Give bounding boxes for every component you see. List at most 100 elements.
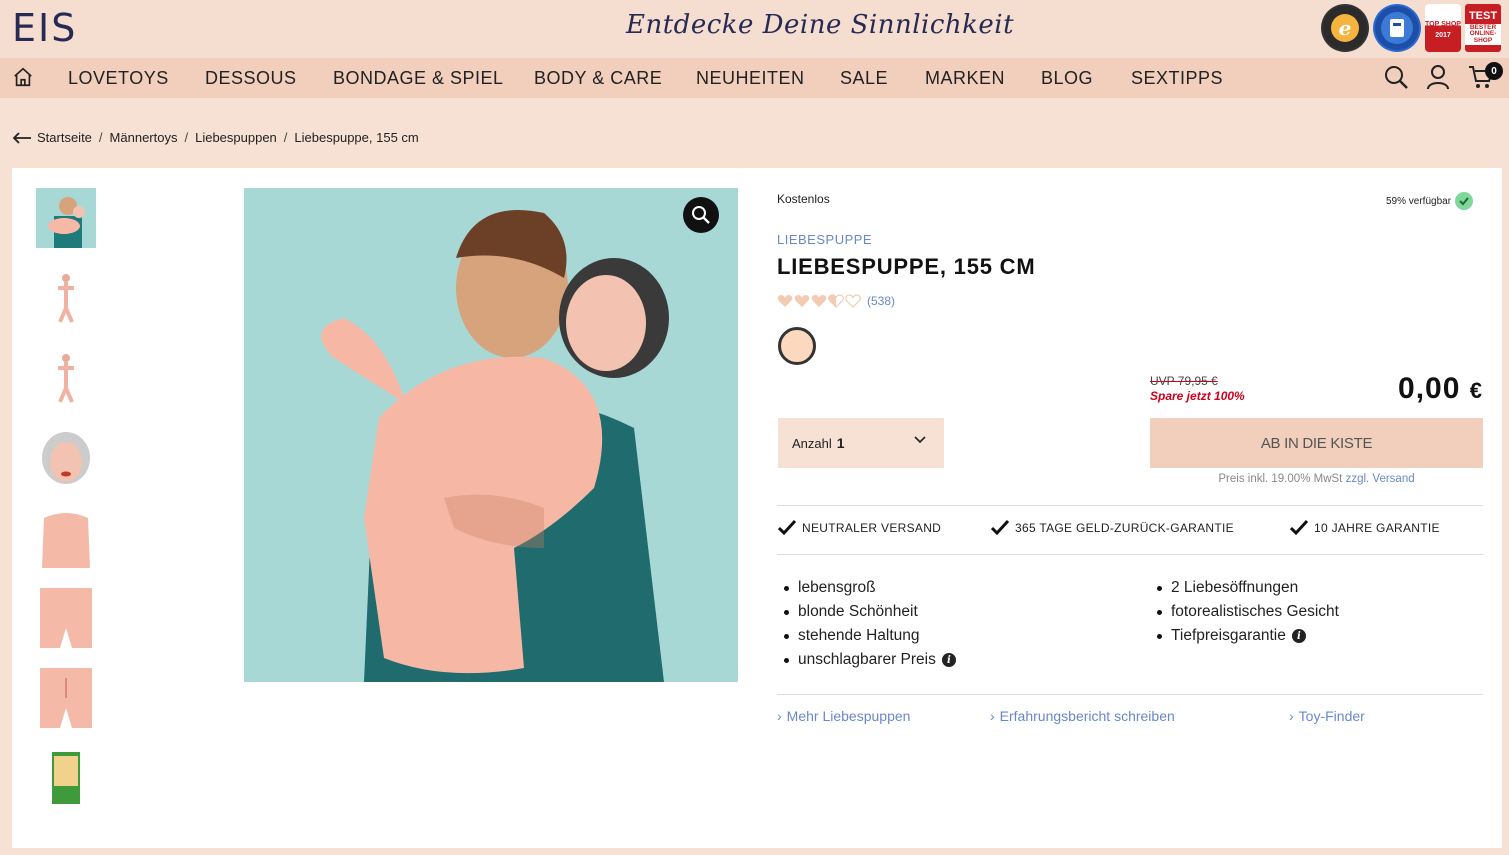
zoom-button[interactable] xyxy=(683,197,719,233)
product-main-image[interactable] xyxy=(244,188,738,682)
product-category-link[interactable]: LIEBESPUPPE xyxy=(777,232,872,247)
link-write-review[interactable]: › Erfahrungsbericht schreiben xyxy=(990,708,1175,724)
link-label: Toy-Finder xyxy=(1298,708,1365,724)
stock-text: 59% verfügbar xyxy=(1386,195,1452,207)
info-icon[interactable]: i xyxy=(941,653,956,667)
feature-item: Tiefpreisgarantie i xyxy=(1157,627,1306,645)
nav-item-blog[interactable]: BLOG xyxy=(1041,68,1093,89)
breadcrumb-separator: / xyxy=(283,130,288,145)
quantity-select[interactable]: Anzahl 1 xyxy=(778,418,944,468)
review-count[interactable]: (538) xyxy=(867,294,895,308)
nav-item-marken[interactable]: MARKEN xyxy=(925,68,1005,89)
home-icon[interactable] xyxy=(12,66,34,88)
feature-item: fotorealistisches Gesicht xyxy=(1157,603,1339,621)
link-more-dolls[interactable]: › Mehr Liebespuppen xyxy=(777,708,910,724)
shipping-note: Preis inkl. 19.00% MwSt zzgl. Versand xyxy=(1150,473,1483,485)
breadcrumb: Startseite / Männertoys / Liebespuppen /… xyxy=(12,130,419,145)
divider xyxy=(777,694,1483,695)
main-nav: LOVETOYS DESSOUS BONDAGE & SPIEL BODY & … xyxy=(0,58,1509,98)
rating-stars[interactable]: (538) xyxy=(777,294,895,308)
search-icon[interactable] xyxy=(1383,64,1409,90)
guarantee-label: 365 TAGE GELD-ZURÜCK-GARANTIE xyxy=(1015,521,1234,535)
info-icon[interactable]: i xyxy=(1291,629,1306,643)
chevron-right-icon: › xyxy=(777,708,782,724)
checkmark-icon xyxy=(1290,520,1308,536)
color-swatch[interactable] xyxy=(778,327,816,365)
nav-item-sextipps[interactable]: SEXTIPPS xyxy=(1131,68,1223,89)
feature-item: unschlagbarer Preis i xyxy=(784,651,956,669)
quantity-label: Anzahl xyxy=(792,435,832,451)
breadcrumb-current: Liebespuppe, 155 cm xyxy=(294,130,419,145)
site-logo[interactable]: EIS xyxy=(12,6,77,50)
check-icon xyxy=(1455,192,1474,210)
account-icon[interactable] xyxy=(1425,64,1451,90)
thumbnail-image[interactable] xyxy=(36,748,96,808)
feature-text: fotorealistisches Gesicht xyxy=(1171,603,1339,620)
nav-item-lovetoys[interactable]: LOVETOYS xyxy=(68,68,169,89)
breadcrumb-separator: / xyxy=(184,130,189,145)
feature-text: unschlagbarer Preis xyxy=(798,651,936,668)
badge-line: 2017 xyxy=(1435,32,1451,39)
svg-text:e: e xyxy=(1339,16,1352,40)
link-label: Mehr Liebespuppen xyxy=(786,708,911,724)
divider xyxy=(777,554,1483,555)
quantity-value: 1 xyxy=(836,435,845,451)
feature-text: stehende Haltung xyxy=(798,627,920,644)
add-to-cart-button[interactable]: AB IN DIE KISTE xyxy=(1150,418,1483,468)
bundesverband-badge[interactable] xyxy=(1373,4,1421,52)
guarantee-label: NEUTRALER VERSAND xyxy=(802,521,942,535)
feature-text: Tiefpreisgarantie xyxy=(1171,627,1286,644)
badge-line: TOP SHOP xyxy=(1425,21,1461,28)
top-bar: EIS Entdecke Deine Sinnlichkeit e TOP SH… xyxy=(0,0,1509,58)
product-title: LIEBESPUPPE, 155 CM xyxy=(777,254,1036,279)
heart-icon xyxy=(794,295,810,307)
thumbnail-image[interactable] xyxy=(36,348,96,408)
thumbnail-image[interactable] xyxy=(36,428,96,488)
nav-item-dessous[interactable]: DESSOUS xyxy=(205,68,297,89)
nav-item-body-care[interactable]: BODY & CARE xyxy=(534,68,662,89)
divider xyxy=(777,505,1483,506)
thumbnail-image[interactable] xyxy=(36,668,96,728)
site-tagline: Entdecke Deine Sinnlichkeit xyxy=(626,10,1015,40)
feature-text: blonde Schönheit xyxy=(798,603,918,620)
product-card xyxy=(12,168,1502,848)
uvp-price: UVP 79,95 € xyxy=(1150,374,1218,388)
nav-item-neuheiten[interactable]: NEUHEITEN xyxy=(696,68,805,89)
breadcrumb-item[interactable]: Startseite xyxy=(37,130,92,145)
current-price: 0,00 € xyxy=(1370,372,1483,406)
savings-label: Spare jetzt 100% xyxy=(1150,389,1245,403)
thumbnail-image[interactable] xyxy=(36,188,96,248)
trust-badges: e TOP SHOP 2017 TEST BESTER ONLINE-SHOP xyxy=(1321,4,1501,52)
test-badge[interactable]: TEST BESTER ONLINE-SHOP xyxy=(1465,4,1501,52)
checkmark-icon xyxy=(778,520,796,536)
cart-count-badge: 0 xyxy=(1485,62,1503,80)
tax-note: Preis inkl. 19.00% MwSt xyxy=(1218,473,1343,485)
feature-item: 2 Liebesöffnungen xyxy=(1157,579,1298,597)
price-value: 0,00 xyxy=(1398,372,1461,405)
guarantee-item: 365 TAGE GELD-ZURÜCK-GARANTIE xyxy=(991,520,1234,536)
free-label: Kostenlos xyxy=(777,192,830,206)
nav-item-sale[interactable]: SALE xyxy=(840,68,888,89)
thumbnail-image[interactable] xyxy=(36,588,96,648)
feature-item: stehende Haltung xyxy=(784,627,920,645)
thumbnail-image[interactable] xyxy=(36,268,96,328)
badge-line: BESTER ONLINE-SHOP xyxy=(1465,23,1501,46)
breadcrumb-separator: / xyxy=(98,130,103,145)
shipping-link[interactable]: zzgl. Versand xyxy=(1346,473,1415,485)
back-arrow-icon[interactable] xyxy=(12,131,32,145)
computerbild-topshop-badge[interactable]: TOP SHOP 2017 xyxy=(1425,4,1461,52)
chevron-right-icon: › xyxy=(990,708,995,724)
guarantee-item: NEUTRALER VERSAND xyxy=(778,520,941,536)
link-toy-finder[interactable]: › Toy-Finder xyxy=(1289,708,1365,724)
badge-line: TEST xyxy=(1468,9,1498,22)
guarantee-item: 10 JAHRE GARANTIE xyxy=(1290,520,1440,536)
breadcrumb-item[interactable]: Liebespuppen xyxy=(195,130,277,145)
breadcrumb-item[interactable]: Männertoys xyxy=(110,130,178,145)
trusted-shops-badge[interactable]: e xyxy=(1321,4,1369,52)
link-label: Erfahrungsbericht schreiben xyxy=(999,708,1175,724)
nav-item-bondage[interactable]: BONDAGE & SPIEL xyxy=(333,68,504,89)
heart-icon xyxy=(811,295,827,307)
magnifier-icon xyxy=(692,206,710,224)
feature-text: lebensgroß xyxy=(798,579,876,596)
thumbnail-image[interactable] xyxy=(36,508,96,568)
